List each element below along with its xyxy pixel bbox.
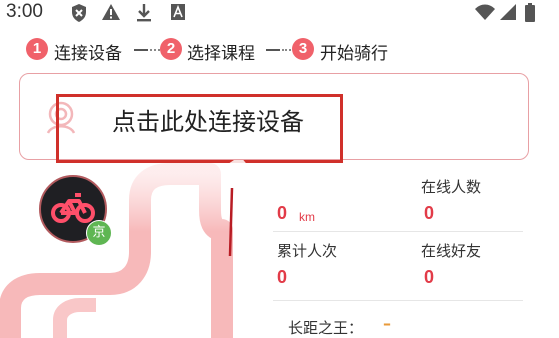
online-people-value: 0 (424, 203, 435, 223)
long-distance-king-value: – (383, 314, 391, 333)
shield-x-icon (72, 4, 86, 22)
a-box-icon (171, 4, 185, 20)
step-1-label: 连接设备 (54, 44, 122, 64)
step-2-label: 选择课程 (187, 44, 255, 64)
long-distance-king-label: 长距之王： (288, 319, 364, 337)
status-time: 3:00 (6, 1, 43, 22)
step-3-number: 3 (292, 38, 314, 60)
status-bar: 3:00 (0, 0, 559, 26)
step-connector (134, 49, 148, 51)
step-3-label: 开始骑行 (320, 44, 388, 64)
step-2-number: 2 (160, 38, 182, 60)
highlight-annotation-box (56, 94, 343, 163)
download-icon (137, 4, 151, 22)
distance-unit: km (299, 210, 315, 224)
step-1-number: 1 (26, 38, 48, 60)
total-rides-label: 累计人次 (277, 242, 338, 260)
divider (273, 300, 523, 301)
online-people-label: 在线人数 (421, 178, 482, 196)
online-friends-label: 在线好友 (421, 242, 482, 260)
connection-steps: 1 连接设备 2 选择课程 3 开始骑行 (0, 38, 559, 64)
signal-icon (500, 4, 516, 20)
step-connector (282, 49, 291, 51)
total-rides-value: 0 (277, 267, 288, 287)
divider (273, 231, 523, 232)
online-friends-value: 0 (424, 267, 435, 287)
city-badge: 京 (86, 220, 112, 246)
battery-icon (525, 3, 535, 22)
step-connector (150, 49, 160, 51)
warning-icon (102, 4, 120, 20)
step-connector (266, 49, 280, 51)
wifi-icon (475, 4, 495, 20)
distance-value: 0 (277, 203, 288, 223)
